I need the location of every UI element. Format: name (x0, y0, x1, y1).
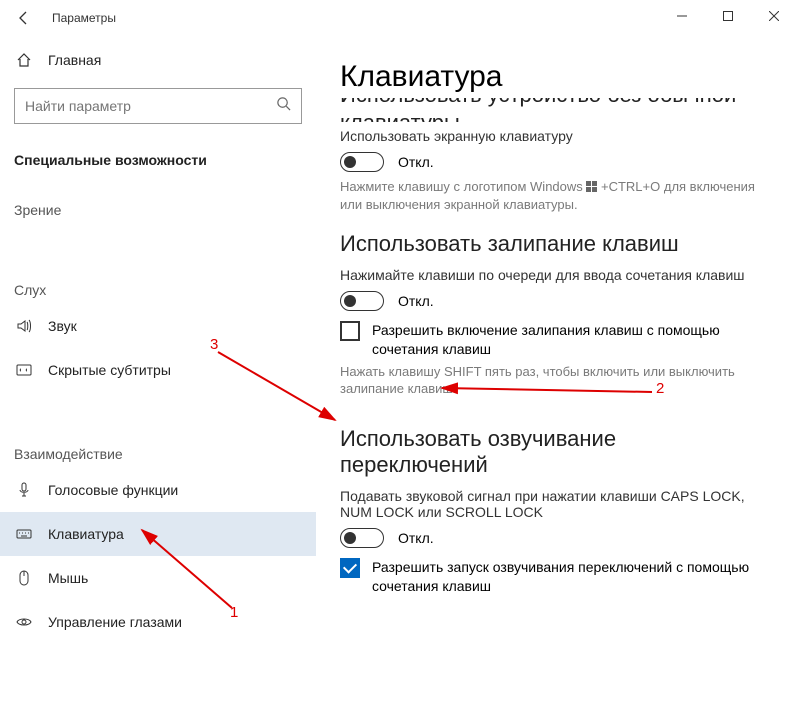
search-input[interactable] (25, 98, 276, 114)
search-icon (276, 96, 291, 116)
category-interaction: Взаимодействие (0, 432, 316, 468)
osk-label: Использовать экранную клавиатуру (340, 128, 765, 144)
keyboard-icon (14, 526, 34, 542)
togglekeys-label: Подавать звуковой сигнал при нажатии кла… (340, 488, 765, 520)
page-title: Клавиатура (340, 60, 765, 94)
close-button[interactable] (751, 0, 797, 32)
speaker-icon (14, 318, 34, 334)
nav-audio[interactable]: Звук (0, 304, 316, 348)
nav-captions-label: Скрытые субтитры (48, 362, 171, 378)
sticky-shortcut-checkbox[interactable] (340, 321, 360, 341)
nav-mouse[interactable]: Мышь (0, 556, 316, 600)
nav-eye-label: Управление глазами (48, 614, 182, 630)
sticky-toggle[interactable] (340, 291, 384, 311)
togglekeys-toggle[interactable] (340, 528, 384, 548)
mouse-icon (14, 570, 34, 586)
nav-keyboard-label: Клавиатура (48, 526, 124, 542)
windows-logo-icon (586, 181, 597, 192)
osk-hint: Нажмите клавишу с логотипом Windows +CTR… (340, 178, 765, 213)
sticky-label: Нажимайте клавиши по очереди для ввода с… (340, 267, 765, 283)
eye-icon (14, 614, 34, 630)
osk-toggle[interactable] (340, 152, 384, 172)
microphone-icon (14, 482, 34, 498)
group-accessibility: Специальные возможности (0, 138, 316, 174)
category-vision: Зрение (0, 188, 316, 224)
section-sticky-heading: Использовать залипание клавиш (340, 231, 765, 257)
nav-home[interactable]: Главная (0, 40, 316, 80)
section-osk-heading: Использовать устройство без обычной клав… (340, 98, 765, 122)
nav-keyboard[interactable]: Клавиатура (0, 512, 316, 556)
window-title: Параметры (52, 11, 116, 25)
section-togglekeys-heading: Использовать озвучивание переключений (340, 426, 765, 478)
togglekeys-toggle-state: Откл. (398, 530, 434, 546)
nav-captions[interactable]: Скрытые субтитры (0, 348, 316, 392)
nav-speech-label: Голосовые функции (48, 482, 178, 498)
maximize-button[interactable] (705, 0, 751, 32)
back-button[interactable] (8, 2, 40, 34)
nav-mouse-label: Мышь (48, 570, 88, 586)
sticky-hint: Нажать клавишу SHIFT пять раз, чтобы вкл… (340, 363, 765, 398)
home-icon (14, 52, 34, 68)
sticky-toggle-state: Откл. (398, 293, 434, 309)
osk-toggle-state: Откл. (398, 154, 434, 170)
nav-audio-label: Звук (48, 318, 77, 334)
sticky-shortcut-label: Разрешить включение залипания клавиш с п… (372, 321, 765, 359)
minimize-button[interactable] (659, 0, 705, 32)
captions-icon (14, 362, 34, 378)
togglekeys-shortcut-label: Разрешить запуск озвучивания переключени… (372, 558, 765, 596)
nav-speech[interactable]: Голосовые функции (0, 468, 316, 512)
nav-eye-control[interactable]: Управление глазами (0, 600, 316, 644)
category-hearing: Слух (0, 268, 316, 304)
nav-home-label: Главная (48, 52, 101, 68)
search-box[interactable] (14, 88, 302, 124)
togglekeys-shortcut-checkbox[interactable] (340, 558, 360, 578)
